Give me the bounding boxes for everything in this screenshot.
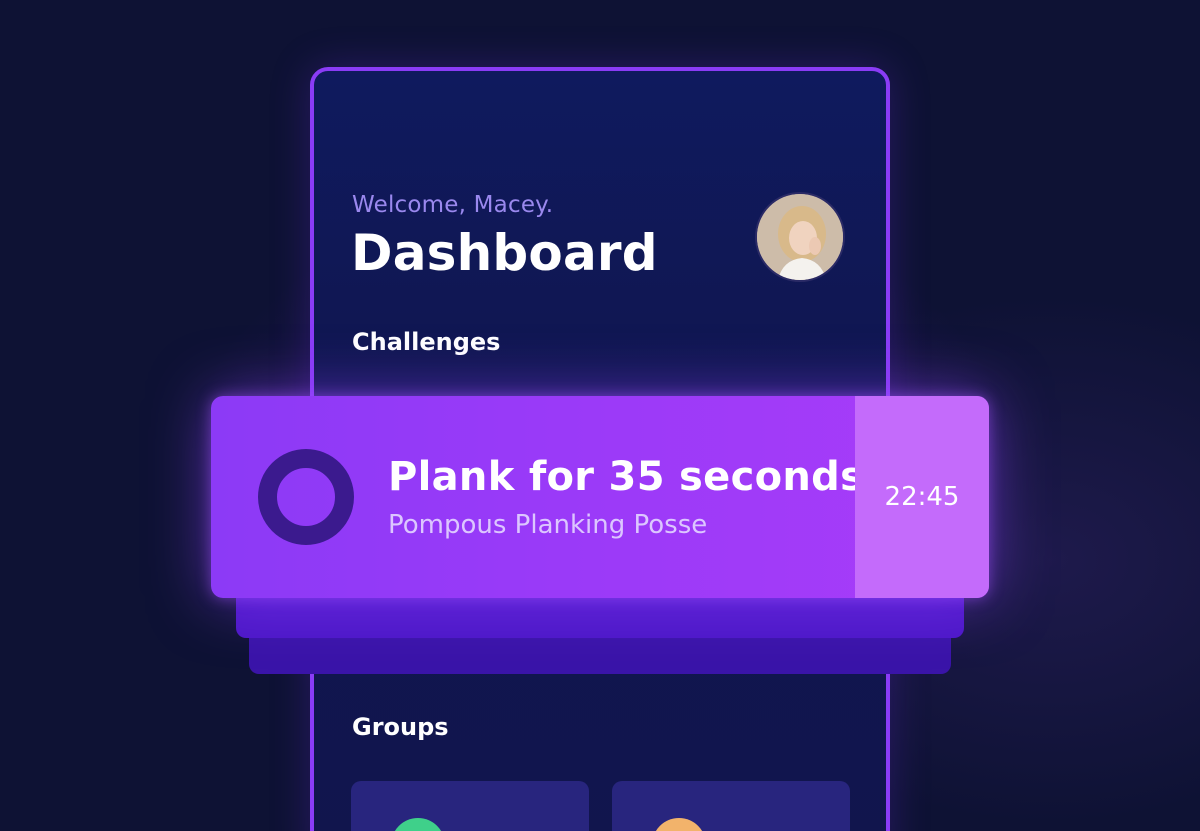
group-card[interactable] — [612, 781, 850, 831]
profile-avatar[interactable] — [755, 192, 845, 282]
timer-panel: 22:45 — [855, 396, 989, 598]
ring-icon — [258, 449, 354, 545]
user-avatar-icon — [757, 194, 843, 280]
group-card[interactable] — [351, 781, 589, 831]
challenge-timer: 22:45 — [884, 482, 960, 512]
challenge-title: Plank for 35 seconds — [388, 454, 865, 500]
group-avatar-icon — [652, 818, 706, 831]
page-title: Dashboard — [351, 224, 658, 282]
challenge-group: Pompous Planking Posse — [388, 510, 708, 540]
welcome-text: Welcome, Macey. — [352, 192, 554, 218]
groups-heading: Groups — [352, 713, 449, 741]
group-avatar-icon — [391, 818, 445, 831]
dashboard-screen: Welcome, Macey. Dashboard Challenges Pla… — [0, 0, 1200, 831]
challenges-heading: Challenges — [352, 328, 501, 356]
challenge-card[interactable]: Plank for 35 seconds Pompous Planking Po… — [211, 396, 989, 598]
